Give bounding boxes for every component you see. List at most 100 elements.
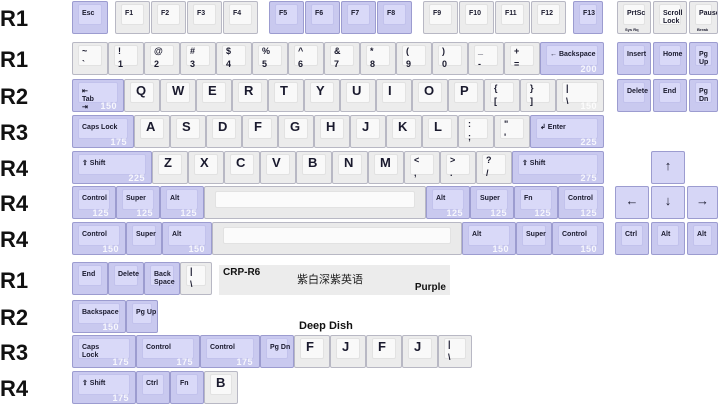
key-alt[interactable]: Alt 150 [162,222,212,255]
key-home[interactable]: Home [653,42,687,75]
key-f5[interactable]: F5 [269,1,304,34]
key-super[interactable]: Super 125 [116,186,160,219]
key-backspace[interactable]: Backspace 150 [72,300,126,333]
key-esc[interactable]: Esc [72,1,108,34]
key-symbol[interactable]: ↑ [651,151,685,184]
key-control[interactable]: Control 150 [72,222,126,255]
key-h[interactable]: H [314,115,350,148]
key-f12[interactable]: F12 [531,1,566,34]
key-control[interactable]: Control 175 [136,335,200,368]
key-w[interactable]: W [160,79,196,112]
key-f[interactable]: F [294,335,330,368]
key-symbol[interactable]: ↓ [651,186,685,219]
key-backspace[interactable]: ← Backspace 200 [540,42,604,75]
key-scroll-lock[interactable]: Scroll Lock [653,1,687,34]
key-j[interactable]: J [350,115,386,148]
key-alt[interactable]: Alt 125 [426,186,470,219]
key-spacebar[interactable] [212,222,462,255]
key-prtsc[interactable]: PrtSc Sys Rq [617,1,651,34]
key-y[interactable]: Y [304,79,340,112]
key-enter[interactable]: ↲ Enter 225 [530,115,604,148]
key-back-space[interactable]: Back Space [144,262,180,295]
key-t[interactable]: T [268,79,304,112]
key-fn[interactable]: Fn 125 [514,186,558,219]
key-symbol-symbol[interactable]: ~ ` [72,42,108,75]
key-symbol[interactable]: → [687,186,718,219]
key-symbol-symbol[interactable]: + = [504,42,540,75]
key-symbol-symbol[interactable]: {[ [484,79,520,112]
key-f9[interactable]: F9 [423,1,458,34]
key-symbol-symbol[interactable]: ? / [476,151,512,184]
key-tab[interactable]: ⇤ Tab ⇥ 150 [72,79,124,112]
key-pg-dn[interactable]: Pg Dn [260,335,294,368]
key-pg-up[interactable]: Pg Up [689,42,718,75]
key-g[interactable]: G [278,115,314,148]
key-o[interactable]: O [412,79,448,112]
key-symbol-symbol[interactable]: :; [458,115,494,148]
key-z[interactable]: Z [152,151,188,184]
key-pg-dn[interactable]: Pg Dn [689,79,718,112]
key-shift[interactable]: ⇧ Shift 275 [512,151,604,184]
key-shift[interactable]: ⇧ Shift 225 [72,151,152,184]
key-b[interactable]: B [296,151,332,184]
key-symbol-symbol[interactable]: | \ [438,335,472,368]
key-u[interactable]: U [340,79,376,112]
key-super[interactable]: Super [516,222,552,255]
key-2-symbol[interactable]: @2 [144,42,180,75]
key-control[interactable]: Control 125 [558,186,604,219]
key-alt[interactable]: Alt 125 [160,186,204,219]
key-end[interactable]: End [653,79,687,112]
key-symbol[interactable]: ← [615,186,649,219]
key-f10[interactable]: F10 [459,1,494,34]
key-r[interactable]: R [232,79,268,112]
key-ctrl[interactable]: Ctrl [136,371,170,404]
key-control[interactable]: Control 150 [552,222,604,255]
key-4-symbol[interactable]: $4 [216,42,252,75]
key-j[interactable]: J [330,335,366,368]
key-f1[interactable]: F1 [115,1,150,34]
key-6-symbol[interactable]: ^ 6 [288,42,324,75]
key-f6[interactable]: F6 [305,1,340,34]
key-spacebar[interactable] [204,186,426,219]
key-f4[interactable]: F4 [223,1,258,34]
key-f8[interactable]: F8 [377,1,412,34]
key-super[interactable]: Super 125 [470,186,514,219]
key-7-symbol[interactable]: & 7 [324,42,360,75]
key-p[interactable]: P [448,79,484,112]
key-x[interactable]: X [188,151,224,184]
key-f2[interactable]: F2 [151,1,186,34]
key-f3[interactable]: F3 [187,1,222,34]
key-f11[interactable]: F11 [495,1,530,34]
key-j[interactable]: J [402,335,438,368]
key-q[interactable]: Q [124,79,160,112]
key-f13[interactable]: F13 [573,1,603,34]
key-c[interactable]: C [224,151,260,184]
key-symbol-symbol[interactable]: >. [440,151,476,184]
key-v[interactable]: V [260,151,296,184]
key-symbol-symbol[interactable]: | \ 150 [556,79,604,112]
key-alt[interactable]: Alt 150 [462,222,516,255]
key-f[interactable]: F [366,335,402,368]
key-symbol-symbol[interactable]: }] [520,79,556,112]
key-control[interactable]: Control 125 [72,186,116,219]
key-3-symbol[interactable]: #3 [180,42,216,75]
key-d[interactable]: D [206,115,242,148]
key-pause[interactable]: Pause Break [689,1,718,34]
key-0-symbol[interactable]: ) 0 [432,42,468,75]
key-n[interactable]: N [332,151,368,184]
key-f[interactable]: F [242,115,278,148]
key-pg-up[interactable]: Pg Up [126,300,158,333]
key-m[interactable]: M [368,151,404,184]
key-ctrl[interactable]: Ctrl [615,222,649,255]
key-8-symbol[interactable]: * 8 [360,42,396,75]
key-f7[interactable]: F7 [341,1,376,34]
key-delete[interactable]: Delete [617,79,651,112]
key-control[interactable]: Control 175 [200,335,260,368]
key-symbol-symbol[interactable]: | \ [180,262,212,295]
key-e[interactable]: E [196,79,232,112]
key-symbol-symbol[interactable]: _ - [468,42,504,75]
key-5-symbol[interactable]: % 5 [252,42,288,75]
key-1-symbol[interactable]: ! 1 [108,42,144,75]
key-b[interactable]: B [204,371,238,404]
key-alt[interactable]: Alt [687,222,718,255]
